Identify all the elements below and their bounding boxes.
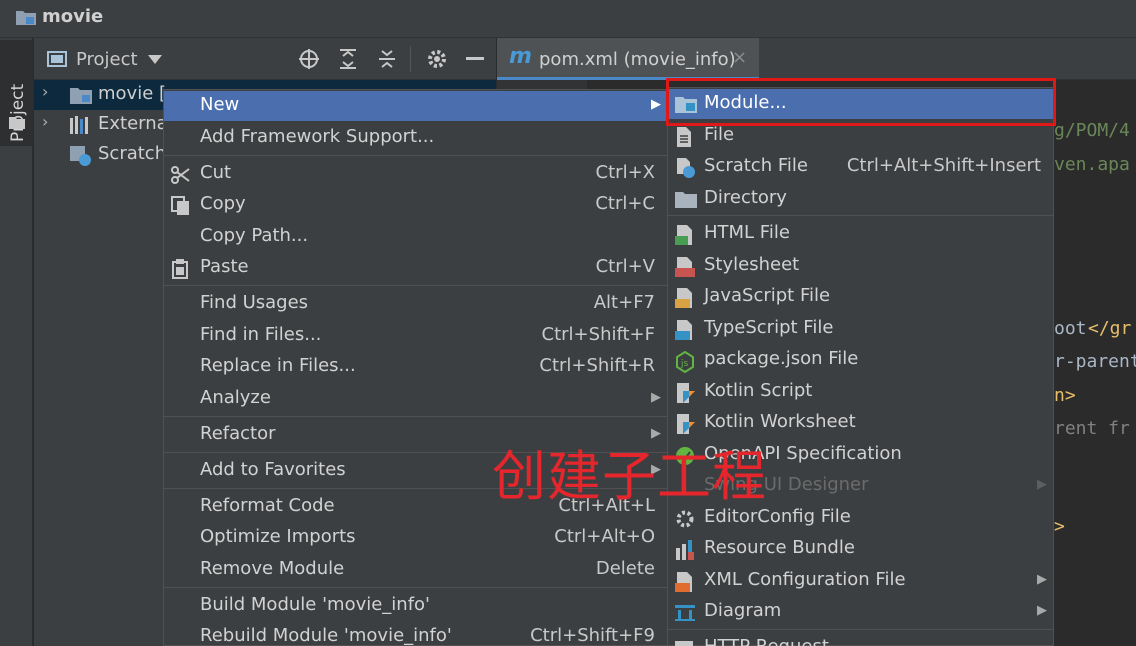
menu-item-rebuild-module[interactable]: Rebuild Module 'movie_info' Ctrl+Shift+F9 — [164, 622, 667, 646]
scratch-file-icon — [677, 158, 695, 178]
submenu-item-stylesheet[interactable]: Stylesheet — [668, 251, 1053, 281]
menu-item-replace-in-files[interactable]: Replace in Files... Ctrl+Shift+R — [164, 352, 667, 382]
submenu-item-package-json[interactable]: js package.json File — [668, 345, 1053, 375]
code-fragment: oot — [1054, 318, 1087, 339]
module-folder-icon — [70, 88, 92, 104]
submenu-arrow-icon: ▶ — [1037, 477, 1047, 492]
code-fragment: ven.apa — [1054, 154, 1130, 175]
context-menu: New ▶ Add Framework Support... Cut Ctrl+X … — [163, 89, 668, 646]
highlight-box — [666, 78, 1056, 126]
menu-item-add-framework-support[interactable]: Add Framework Support... — [164, 123, 667, 153]
diagram-icon — [675, 605, 695, 621]
editor-tab-label: pom.xml (movie_info) — [539, 49, 736, 70]
project-view-icon — [47, 51, 67, 67]
project-view-label[interactable]: Project — [76, 49, 138, 70]
menu-item-analyze[interactable]: Analyze ▶ — [164, 384, 667, 414]
code-fragment: n> — [1054, 385, 1076, 406]
menu-separator — [164, 285, 667, 286]
editor-tab-bar: m pom.xml (movie_info) × — [497, 38, 1136, 80]
submenu-arrow-icon: ▶ — [651, 97, 661, 112]
toolbar-divider — [410, 46, 411, 72]
file-icon — [677, 127, 691, 147]
submenu-item-resource-bundle[interactable]: Resource Bundle — [668, 534, 1053, 564]
scratch-icon — [70, 146, 91, 166]
html-file-icon — [675, 225, 692, 245]
gear-icon — [676, 510, 694, 528]
submenu-item-kotlin-script[interactable]: Kotlin Script — [668, 377, 1053, 407]
kotlin-icon — [677, 383, 695, 403]
submenu-arrow-icon: ▶ — [651, 390, 661, 405]
svg-text:js: js — [680, 359, 689, 369]
chevron-down-icon[interactable] — [148, 55, 162, 64]
menu-separator — [668, 215, 1053, 216]
locate-target-icon[interactable] — [298, 48, 320, 70]
submenu-item-http-request[interactable]: HTTP Request — [668, 633, 1053, 646]
code-fragment: > — [1054, 516, 1065, 537]
close-icon[interactable]: × — [732, 47, 747, 68]
menu-separator — [164, 416, 667, 417]
tree-node-label: movie [ — [98, 83, 167, 104]
chevron-right-icon[interactable]: › — [42, 112, 48, 131]
code-fragment: </gr — [1088, 318, 1132, 339]
library-icon — [70, 116, 88, 134]
maven-icon: m — [509, 44, 532, 69]
menu-item-paste[interactable]: Paste Ctrl+V — [164, 253, 667, 283]
nodejs-icon: js — [676, 351, 694, 373]
folder-icon — [9, 117, 25, 129]
submenu-item-directory[interactable]: Directory — [668, 184, 1053, 214]
clipboard-icon — [172, 259, 188, 279]
expand-all-icon[interactable] — [338, 48, 358, 70]
submenu-arrow-icon: ▶ — [1037, 572, 1047, 587]
tool-window-strip: Project — [0, 38, 33, 646]
submenu-item-typescript-file[interactable]: TypeScript File — [668, 314, 1053, 344]
minimize-icon[interactable] — [466, 57, 484, 60]
xml-file-icon — [675, 572, 692, 592]
submenu-item-javascript-file[interactable]: JavaScript File — [668, 282, 1053, 312]
resource-bundle-icon — [676, 540, 694, 560]
menu-item-optimize-imports[interactable]: Optimize Imports Ctrl+Alt+O — [164, 523, 667, 553]
editor-tab-pom[interactable]: m pom.xml (movie_info) × — [497, 38, 759, 80]
js-file-icon — [675, 288, 692, 308]
menu-separator — [164, 587, 667, 588]
menu-item-find-in-files[interactable]: Find in Files... Ctrl+Shift+F — [164, 321, 667, 351]
http-icon — [675, 641, 693, 646]
chevron-right-icon[interactable]: › — [42, 82, 48, 101]
submenu-item-diagram[interactable]: Diagram ▶ — [668, 597, 1053, 627]
menu-item-new[interactable]: New ▶ — [164, 91, 667, 121]
new-submenu: Module... File Scratch File Ctrl+Alt+Shif… — [667, 87, 1054, 646]
collapse-all-icon[interactable] — [377, 48, 397, 70]
css-file-icon — [675, 257, 695, 277]
gear-icon[interactable] — [426, 48, 448, 70]
ts-file-icon — [675, 320, 692, 340]
menu-separator — [668, 629, 1053, 630]
annotation-text: 创建子工程 — [492, 445, 767, 508]
menu-item-copy-path[interactable]: Copy Path... — [164, 222, 667, 252]
menu-separator — [164, 155, 667, 156]
folder-icon — [675, 192, 697, 208]
kotlin-icon — [677, 414, 695, 434]
submenu-item-scratch-file[interactable]: Scratch File Ctrl+Alt+Shift+Insert — [668, 152, 1053, 182]
submenu-arrow-icon: ▶ — [1037, 603, 1047, 618]
tree-node-label: Externa — [98, 113, 168, 134]
project-folder-icon — [16, 11, 36, 25]
menu-item-remove-module[interactable]: Remove Module Delete — [164, 555, 667, 585]
submenu-item-html-file[interactable]: HTML File — [668, 219, 1053, 249]
title-bar: movie — [0, 0, 1136, 38]
tree-node-label: Scratch — [98, 143, 167, 164]
scissors-icon — [171, 166, 190, 184]
project-tool-tab-label[interactable]: Project — [8, 84, 28, 142]
menu-item-copy[interactable]: Copy Ctrl+C — [164, 190, 667, 220]
submenu-item-xml-config[interactable]: XML Configuration File ▶ — [668, 566, 1053, 596]
menu-item-cut[interactable]: Cut Ctrl+X — [164, 159, 667, 189]
menu-item-build-module[interactable]: Build Module 'movie_info' — [164, 591, 667, 621]
project-panel-header: Project — [34, 38, 496, 80]
menu-item-find-usages[interactable]: Find Usages Alt+F7 — [164, 289, 667, 319]
code-fragment: rent fr — [1054, 418, 1130, 439]
code-fragment: r-parent — [1054, 351, 1136, 372]
copy-icon — [171, 196, 189, 215]
code-fragment: g/POM/4 — [1054, 120, 1130, 141]
window-title: movie — [42, 6, 104, 27]
